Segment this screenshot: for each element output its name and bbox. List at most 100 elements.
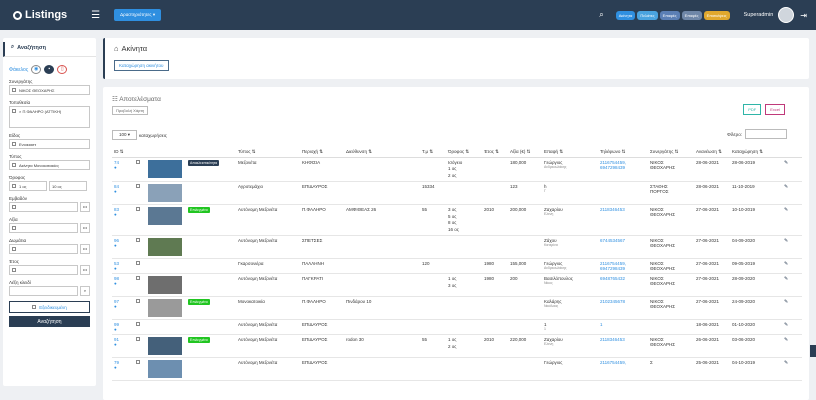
price-field[interactable] [9,223,78,233]
column-header[interactable]: Ανανέωση ⇅ [694,147,730,158]
register-property-button[interactable]: Καταχώρηση ακινήτου [114,60,169,71]
property-thumbnail[interactable] [148,276,182,294]
row-checkbox[interactable] [136,322,140,326]
bedrooms-field[interactable] [9,244,78,254]
page-length-select[interactable]: 100 ▾ [112,130,138,140]
keyword-input[interactable] [9,286,78,296]
phone-link[interactable]: 2102345678 [600,299,646,304]
property-thumbnail[interactable] [148,184,182,202]
pill-visits[interactable]: Επισκέψεις [703,10,730,20]
column-header[interactable]: Καταχώρηση ⇅ [730,147,782,158]
phone-link[interactable]: 6948765432 [600,276,646,281]
column-header[interactable]: Διεύθυνση ⇅ [344,147,420,158]
user-name[interactable]: Superadmin [744,12,774,18]
property-thumbnail[interactable] [148,207,182,225]
filter-input[interactable] [745,129,787,139]
pill-properties[interactable]: Ακίνητα [615,10,636,20]
eye-icon[interactable]: ◉ [31,65,42,74]
info-dot-icon[interactable]: ● [114,304,117,309]
location-select[interactable]: × Π.ΦΑΛΗΡΟ (ΑΤΤΙΚΗ) [9,106,90,128]
info-dot-icon[interactable]: ● [114,327,117,332]
row-checkbox[interactable] [136,207,140,211]
floor-from-select[interactable]: 1 ος [9,181,47,191]
activities-dropdown[interactable]: Δραστηριότητες ▾ [114,9,162,21]
edit-icon[interactable]: ✎ [784,207,788,213]
info-dot-icon[interactable]: ● [114,212,117,217]
map-view-button[interactable]: Προβολή Χάρτη [112,106,149,115]
column-header[interactable]: ID ⇅ [112,147,134,158]
export-pdf-button[interactable]: PDF [743,104,762,115]
column-header[interactable]: Συνεργάτης ⇅ [648,147,694,158]
year-checkbox[interactable] [12,268,16,272]
type-checkbox[interactable] [12,163,16,167]
column-header[interactable]: Τ.μ ⇅ [420,147,446,158]
bedrooms-more-button[interactable]: ••• [80,244,90,254]
edit-icon[interactable]: ✎ [784,299,788,305]
phone-link[interactable]: 6947298439 [600,165,646,170]
edit-icon[interactable]: ✎ [784,261,788,267]
keyword-search-icon[interactable]: ⌕ [80,286,90,296]
row-checkbox[interactable] [136,337,140,341]
area-more-button[interactable]: ••• [80,202,90,212]
export-excel-button[interactable]: Excel [765,104,785,115]
phone-link[interactable]: 2118346453 [600,337,646,342]
column-header[interactable]: Επαφή ⇅ [542,147,598,158]
property-thumbnail[interactable] [148,159,182,178]
floor-to-select[interactable]: 10 ος [49,181,87,191]
avatar[interactable] [778,7,795,23]
price-checkbox[interactable] [12,226,16,230]
row-checkbox[interactable] [136,238,140,242]
partner-select[interactable]: ΝΙΚΟΣ ΘΕΟΧΑΡΗΣ [9,85,90,95]
edit-icon[interactable]: ✎ [784,337,788,343]
info-dot-icon[interactable]: ● [114,266,117,271]
phone-link[interactable]: 2116754459, [600,360,646,365]
edit-icon[interactable]: ✎ [784,238,788,244]
phone-link[interactable]: 6744534567 [600,238,646,243]
edit-icon[interactable]: ✎ [784,322,788,328]
info-dot-icon[interactable]: ● [114,281,117,286]
row-checkbox[interactable] [136,159,140,164]
row-checkbox[interactable] [136,184,140,188]
row-checkbox[interactable] [136,299,140,303]
trash-icon[interactable]: ▯ [57,65,68,74]
edit-icon[interactable]: ✎ [784,160,788,166]
info-dot-icon[interactable]: ● [114,243,117,248]
menu-icon[interactable]: ☰ [91,10,100,21]
advanced-checkbox[interactable] [32,305,37,309]
floor-checkbox[interactable] [12,184,16,188]
phone-link[interactable]: 2118346453 [600,207,646,212]
advanced-button[interactable]: Εξειδικευμένη [9,301,90,313]
edit-icon[interactable]: ✎ [784,360,788,366]
kind-select[interactable]: Ενοικιαστ [9,139,90,149]
pill-clients[interactable]: Πελάτες [637,10,658,20]
row-checkbox[interactable] [136,360,140,364]
brand-logo[interactable]: Listings [13,9,67,21]
column-header[interactable]: Περιοχή ⇅ [300,147,344,158]
scroll-to-top-button[interactable] [810,345,816,357]
kind-checkbox[interactable] [12,142,16,146]
location-checkbox[interactable] [12,109,16,113]
info-dot-icon[interactable]: ● [114,365,117,370]
info-dot-icon[interactable]: ● [114,189,117,194]
edit-icon[interactable]: ✎ [784,184,788,190]
column-header[interactable]: Όροφος ⇅ [446,147,482,158]
type-select[interactable]: Ακίνητα Μονοκατοικίες [9,160,90,170]
column-header[interactable]: Τηλέφωνο ⇅ [598,147,648,158]
pill-contacts-2[interactable]: Επαφές [681,10,702,20]
bedrooms-checkbox[interactable] [12,247,16,251]
price-more-button[interactable]: ••• [80,223,90,233]
year-field[interactable] [9,265,78,275]
area-field[interactable] [9,202,78,212]
logout-icon[interactable]: ⇥ [800,11,807,20]
contact-name[interactable]: Γεώργιος [544,360,596,365]
area-checkbox[interactable] [12,205,16,209]
phone-link[interactable]: 6947298439 [600,266,646,271]
column-header[interactable]: Αξία (€) ⇅ [508,147,542,158]
property-thumbnail[interactable] [148,299,182,317]
property-thumbnail[interactable] [148,337,182,355]
document-icon[interactable]: ▪ [44,65,55,74]
phone-link[interactable]: 1 [600,322,646,327]
property-thumbnail[interactable] [148,360,182,378]
column-header[interactable]: Έτος ⇅ [482,147,508,158]
year-more-button[interactable]: ••• [80,265,90,275]
